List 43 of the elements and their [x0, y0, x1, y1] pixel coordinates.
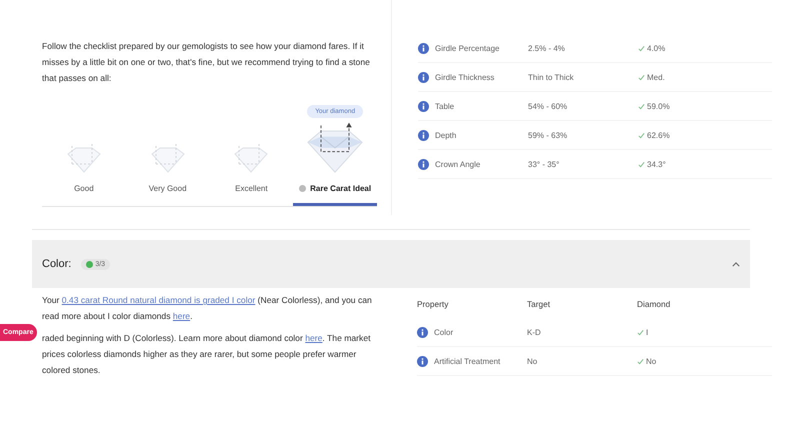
column-header: Target	[527, 299, 552, 309]
table-cell: 62.6%	[647, 130, 670, 140]
table-cell-text: 2.5% - 4%	[528, 44, 566, 52]
info-icon[interactable]	[418, 158, 429, 170]
table-cell: Girdle Percentage	[435, 44, 500, 52]
info-icon[interactable]	[418, 42, 429, 54]
link[interactable]: 0.43 carat Round natural diamond is graded I color	[62, 295, 256, 305]
table-cell-text: K-D	[527, 328, 542, 336]
table-cell-text: 33° - 35°	[528, 160, 560, 168]
table-cell: Med.	[647, 72, 665, 82]
info-icon[interactable]	[417, 326, 428, 338]
paragraph: raded beginning with D (Colorless). Learn more about diamond color here. The market prices colorless diamonds higher as they are rarer, but some people prefer warmer colored stones.	[42, 332, 372, 377]
table-cell: Girdle Thickness	[435, 72, 494, 82]
table-cell-text: 54% - 60%	[528, 102, 568, 110]
table-cell: 59.0%	[647, 102, 670, 110]
intro-text: Follow the checklist prepared by our gemologists to see how your diamond fares. If it misses by a little bit on one or two, that's fine, but we recommend trying to find a stone that passes on all:	[42, 40, 371, 85]
table-cell: Color	[434, 328, 454, 336]
grade-tab[interactable]: Very Good	[148, 184, 187, 193]
table-cell: Table	[435, 102, 454, 110]
info-icon[interactable]	[417, 356, 428, 366]
info-icon[interactable]	[418, 130, 429, 140]
link[interactable]: here	[305, 333, 322, 343]
chevron-icon[interactable]	[732, 262, 740, 266]
table-cell: Artificial Treatment	[434, 356, 500, 366]
table-cell: 4.0%	[647, 44, 666, 52]
info-icon[interactable]	[418, 100, 429, 112]
table-cell-text: Thin to Thick	[528, 72, 575, 82]
link[interactable]: here	[172, 311, 190, 321]
table-cell: Depth	[435, 130, 456, 140]
column-header: Property	[417, 299, 450, 309]
section-title: Color:	[42, 258, 72, 270]
table-cell: 34.3°	[647, 160, 666, 168]
table-cell-text: 59% - 63%	[528, 130, 568, 140]
grade-tab[interactable]: Rare Carat Ideal	[299, 184, 372, 193]
column-header: Diamond	[637, 299, 670, 309]
table-cell: Crown Angle	[435, 160, 480, 168]
table-cell: I	[646, 328, 648, 336]
info-icon[interactable]	[418, 72, 429, 82]
table-cell-text: No	[527, 356, 538, 366]
paragraph: Your 0.43 carat Round natural diamond is graded I color (Near Colorless), and you can read more about I color diamonds here.	[42, 294, 373, 323]
grade-tab[interactable]: Good	[74, 184, 94, 193]
table-cell: No	[646, 356, 656, 366]
grade-tab[interactable]: Excellent	[235, 184, 268, 193]
